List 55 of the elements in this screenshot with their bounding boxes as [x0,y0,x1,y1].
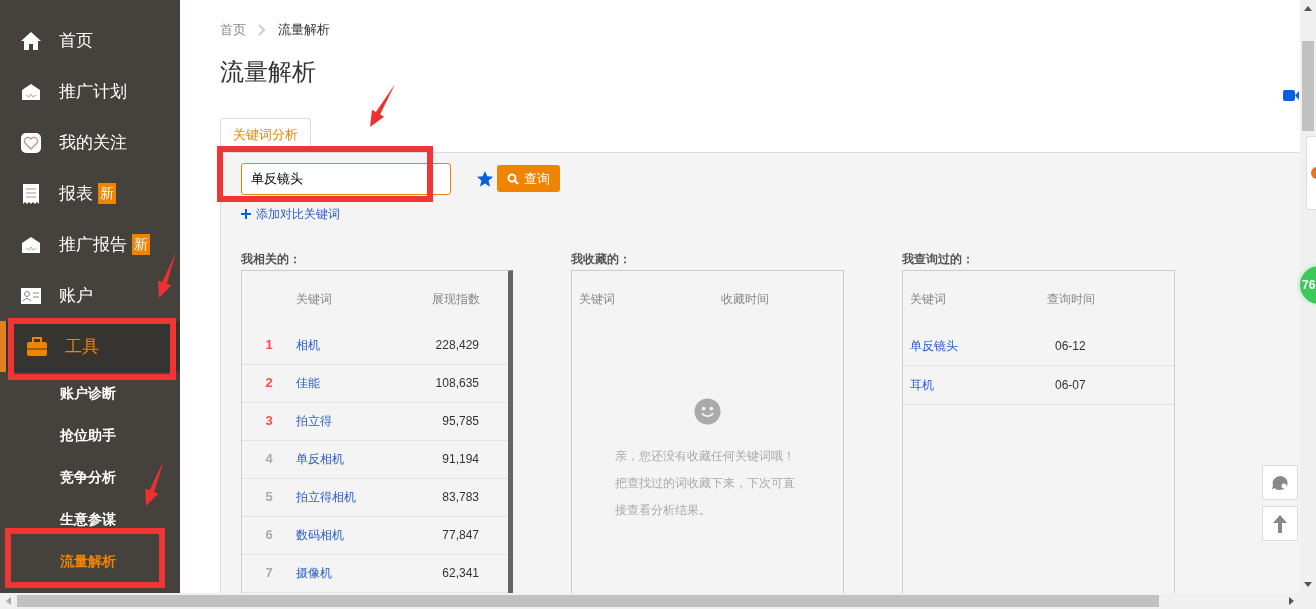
table-cell-text: 91,194 [441,451,479,468]
keyword-link[interactable]: 耳机 [910,375,1055,394]
sidebar-item[interactable]: 账户 [0,270,95,321]
rank-number: 5 [264,488,274,507]
column-header: 展现指数 [432,290,480,308]
page-title: 流量解析 [219,56,317,87]
keyword-link[interactable]: 单反相机 [296,450,406,468]
new-badge: 新 [98,183,116,204]
rank-number: 6 [264,526,274,545]
sidebar-item[interactable]: 推广报告 新 [0,219,152,270]
sidebar-subitem[interactable]: 流量解析 [60,550,116,572]
breadcrumb-link[interactable]: 首页 [220,20,246,40]
table-cell-text: 62,341 [441,565,479,582]
rank-number: 7 [264,564,274,583]
rank-number: 1 [264,336,274,355]
column-header: 查询时间 [1047,290,1095,308]
empty-message: 把查找过的词收藏下来，下次可直 [615,474,796,492]
section-heading: 我查询过的： [902,250,975,268]
sidebar-item[interactable]: 推广计划 [0,66,129,117]
table-cell-text: 06-07 [1055,376,1086,394]
section-heading: 我收藏的： [571,250,632,268]
table-cell-text: 228,429 [434,337,479,354]
sidebar-subitem[interactable]: 账户诊断 [60,382,116,404]
sidebar-item[interactable]: 首页 [0,15,95,66]
keyword-input[interactable]: 单反镜头 [241,162,451,195]
column-header: 关键词 [910,290,947,308]
keyword-link[interactable]: 佳能 [296,374,406,392]
sidebar-subitem[interactable]: 抢位助手 [60,424,116,446]
rank-number: 3 [264,412,274,431]
column-header: 收藏时间 [721,290,769,308]
keyword-link[interactable]: 摄像机 [296,564,406,582]
table-cell-text: 95,785 [441,413,479,430]
column-header: 关键词 [296,290,333,308]
sidebar-subitem[interactable]: 竞争分析 [60,466,116,488]
rank-number: 4 [264,450,274,469]
table-cell-text: 108,635 [434,375,479,392]
keyword-link[interactable]: 拍立得相机 [296,488,406,506]
keyword-link[interactable]: 拍立得 [296,412,406,430]
new-badge: 新 [132,234,150,255]
sidebar-subitem[interactable]: 生意参谋 [60,508,116,530]
rank-number: 2 [264,374,274,393]
table-cell-text: 06-12 [1055,337,1086,355]
empty-message: 亲，您还没有收藏任何关键词哦！ [615,447,796,465]
section-heading: 我相关的： [241,250,302,268]
empty-message: 接查看分析结果。 [615,501,712,519]
sidebar-item[interactable]: 报表 新 [0,168,118,219]
keyword-link[interactable]: 相机 [296,336,406,354]
table-cell-text: 83,783 [441,489,479,506]
sidebar-item[interactable]: 我的关注 [0,117,129,168]
table-cell-text: 77,847 [441,527,479,544]
add-compare-link[interactable]: 添加对比关键词 [256,204,340,223]
column-header: 关键词 [579,290,616,308]
breadcrumb-current: 流量解析 [278,21,330,39]
keyword-link[interactable]: 数码相机 [296,526,406,544]
keyword-link[interactable]: 单反镜头 [910,336,1055,355]
